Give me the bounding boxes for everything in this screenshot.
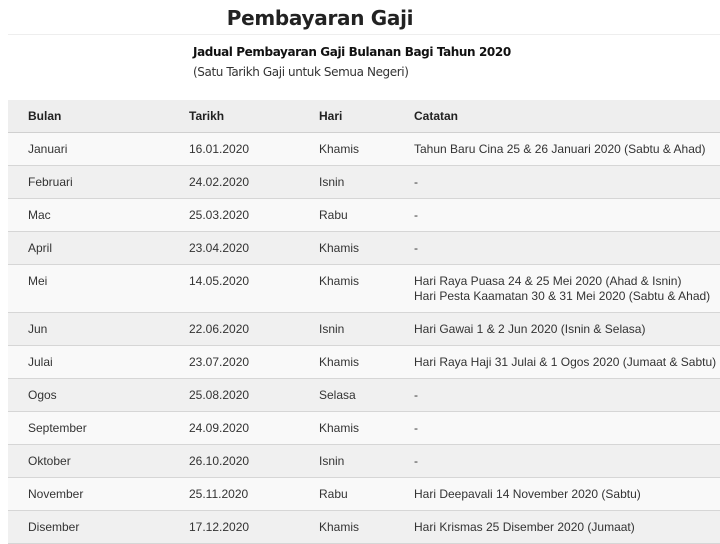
cell-tarikh: 24.02.2020 [189, 175, 250, 189]
cell-bulan: Februari [28, 175, 73, 189]
cell-catatan: - [414, 232, 720, 265]
table-row: Februari 24.02.2020 Isnin - [8, 165, 720, 199]
cell-bulan: Julai [28, 355, 53, 369]
cell-bulan: Januari [28, 142, 68, 156]
cell-hari: Isnin [319, 454, 345, 468]
cell-bulan: April [28, 241, 53, 255]
table-row: Oktober 26.10.2020 Isnin - [8, 444, 720, 478]
catatan-line: Hari Deepavali 14 November 2020 (Sabtu) [414, 487, 641, 501]
cell-bulan: Jun [28, 322, 48, 336]
table-body: Januari 16.01.2020 Khamis Tahun Baru Cina 2… [8, 132, 720, 544]
cell-bulan: Ogos [28, 388, 57, 402]
cell-hari: Isnin [319, 175, 345, 189]
column-header-hari: Hari [319, 109, 343, 123]
cell-catatan: Hari Raya Puasa 24 & 25 Mei 2020 (Ahad &… [414, 265, 720, 313]
table-row: September 24.09.2020 Khamis - [8, 411, 720, 445]
cell-hari: Khamis [319, 241, 360, 255]
catatan-line: Hari Raya Puasa 24 & 25 Mei 2020 (Ahad &… [414, 274, 682, 288]
cell-tarikh: 22.06.2020 [189, 322, 250, 336]
cell-catatan: Hari Deepavali 14 November 2020 (Sabtu) [414, 478, 720, 511]
cell-hari: Isnin [319, 322, 345, 336]
cell-catatan: Hari Gawai 1 & 2 Jun 2020 (Isnin & Selas… [414, 313, 720, 346]
cell-catatan: - [414, 445, 720, 478]
cell-hari: Selasa [319, 388, 356, 402]
cell-tarikh: 26.10.2020 [189, 454, 250, 468]
catatan-line: - [414, 388, 418, 402]
cell-hari: Khamis [319, 421, 360, 435]
cell-tarikh: 25.11.2020 [189, 487, 249, 501]
table-row: Julai 23.07.2020 Khamis Hari Raya Haji 31 J… [8, 345, 720, 379]
cell-hari: Khamis [319, 520, 360, 534]
catatan-line: - [414, 421, 418, 435]
table-row: Mei 14.05.2020 Khamis Hari Raya Puasa 24 & … [8, 264, 720, 313]
catatan-line: Hari Raya Haji 31 Julai & 1 Ogos 2020 (J… [414, 355, 717, 369]
catatan-line: Tahun Baru Cina 25 & 26 Januari 2020 (Sa… [414, 142, 706, 156]
cell-catatan: - [414, 199, 720, 232]
cell-hari: Rabu [319, 487, 348, 501]
table-row: April 23.04.2020 Khamis - [8, 231, 720, 265]
catatan-line: - [414, 241, 418, 255]
table-row: Ogos 25.08.2020 Selasa - [8, 378, 720, 412]
cell-hari: Rabu [319, 208, 348, 222]
cell-tarikh: 25.08.2020 [189, 388, 250, 402]
catatan-line: Hari Krismas 25 Disember 2020 (Jumaat) [414, 520, 635, 534]
table-row: Mac 25.03.2020 Rabu - [8, 198, 720, 232]
cell-catatan: Tahun Baru Cina 25 & 26 Januari 2020 (Sa… [414, 133, 720, 166]
cell-catatan: - [414, 379, 720, 412]
cell-hari: Khamis [319, 274, 360, 288]
catatan-line: - [414, 208, 418, 222]
schedule-note: (Satu Tarikh Gaji untuk Semua Negeri) [193, 65, 409, 79]
cell-tarikh: 25.03.2020 [189, 208, 250, 222]
column-header-tarikh: Tarikh [189, 109, 225, 123]
cell-tarikh: 24.09.2020 [189, 421, 250, 435]
page-title: Pembayaran Gaji [226, 6, 414, 30]
cell-bulan: Disember [28, 520, 80, 534]
cell-tarikh: 16.01.2020 [189, 142, 250, 156]
cell-bulan: September [28, 421, 87, 435]
catatan-line: Hari Pesta Kaamatan 30 & 31 Mei 2020 (Sa… [414, 289, 711, 303]
column-header-bulan: Bulan [28, 109, 62, 123]
cell-tarikh: 23.04.2020 [189, 241, 250, 255]
cell-tarikh: 23.07.2020 [189, 355, 250, 369]
title-divider [8, 34, 720, 35]
table-row: Januari 16.01.2020 Khamis Tahun Baru Cina 2… [8, 132, 720, 166]
table-row: Disember 17.12.2020 Khamis Hari Krismas 25 … [8, 510, 720, 544]
cell-tarikh: 14.05.2020 [189, 274, 250, 288]
catatan-line: - [414, 175, 418, 189]
catatan-line: Hari Gawai 1 & 2 Jun 2020 (Isnin & Selas… [414, 322, 646, 336]
catatan-line: - [414, 454, 418, 468]
cell-catatan: Hari Krismas 25 Disember 2020 (Jumaat) [414, 511, 720, 544]
schedule-subtitle: Jadual Pembayaran Gaji Bulanan Bagi Tahu… [193, 45, 511, 59]
salary-schedule-table: Bulan Tarikh Hari Catatan Januari 16.01.2… [8, 100, 720, 544]
cell-catatan: Hari Raya Haji 31 Julai & 1 Ogos 2020 (J… [414, 346, 720, 379]
cell-catatan: - [414, 166, 720, 199]
cell-bulan: Mei [28, 274, 48, 288]
cell-bulan: Mac [28, 208, 51, 222]
cell-bulan: November [28, 487, 84, 501]
column-header-catatan: Catatan [414, 109, 459, 123]
cell-hari: Khamis [319, 355, 360, 369]
table-header-row: Bulan Tarikh Hari Catatan [8, 100, 720, 133]
cell-tarikh: 17.12.2020 [189, 520, 250, 534]
table-row: November 25.11.2020 Rabu Hari Deepavali 14 … [8, 477, 720, 511]
cell-bulan: Oktober [28, 454, 71, 468]
cell-catatan: - [414, 412, 720, 445]
table-row: Jun 22.06.2020 Isnin Hari Gawai 1 & 2 Jun 2… [8, 312, 720, 346]
cell-hari: Khamis [319, 142, 360, 156]
